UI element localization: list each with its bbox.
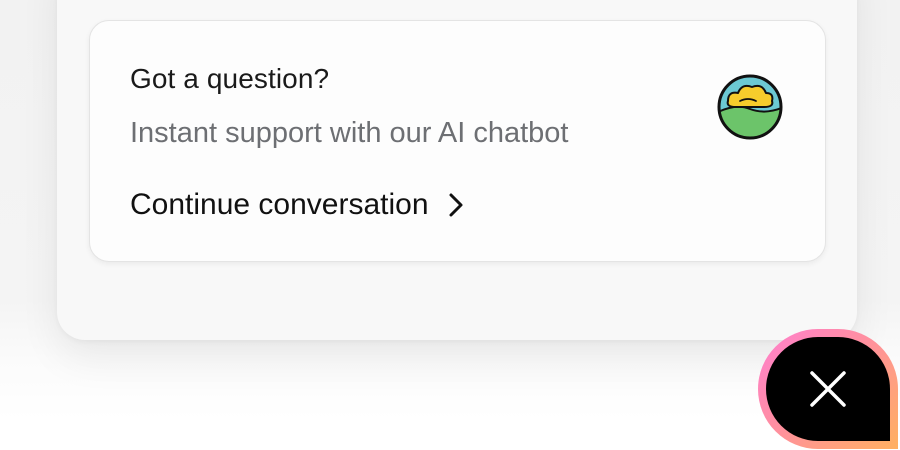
chevron-right-icon bbox=[447, 192, 465, 218]
close-icon bbox=[810, 371, 846, 407]
card-subtitle: Instant support with our AI chatbot bbox=[130, 117, 569, 149]
continue-conversation-label: Continue conversation bbox=[130, 188, 429, 221]
chat-widget-area: Got a question? Instant support with our… bbox=[0, 0, 900, 450]
close-chat-button[interactable] bbox=[758, 329, 898, 449]
support-card[interactable]: Got a question? Instant support with our… bbox=[89, 20, 826, 262]
close-chat-button-inner bbox=[766, 337, 890, 441]
continue-conversation-link[interactable]: Continue conversation bbox=[130, 188, 465, 222]
card-title: Got a question? bbox=[130, 63, 330, 94]
chatbot-avatar-icon bbox=[716, 73, 784, 141]
